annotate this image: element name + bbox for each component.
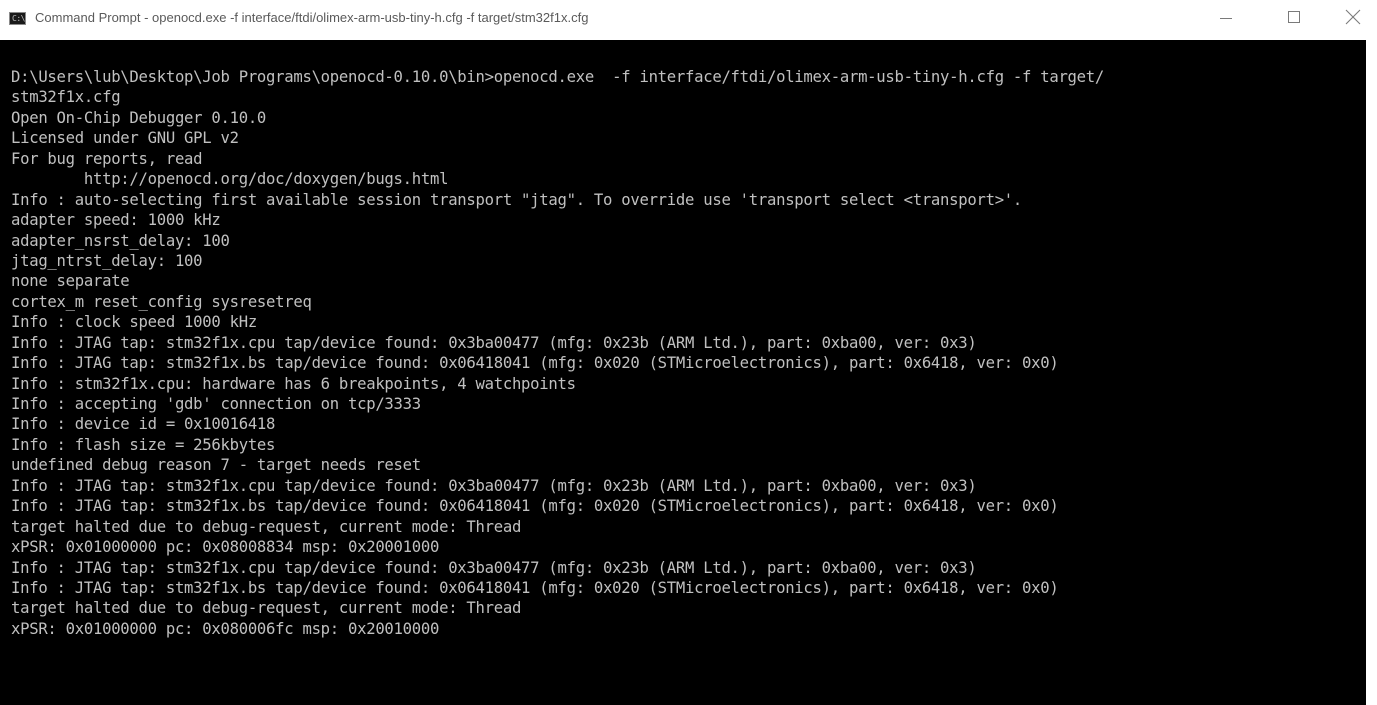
console-line: adapter speed: 1000 kHz [11,211,221,230]
console-line: Licensed under GNU GPL v2 [11,129,239,148]
console-line: http://openocd.org/doc/doxygen/bugs.html [11,170,449,189]
vertical-scrollbar[interactable] [1366,40,1377,705]
console-line: Info : device id = 0x10016418 [11,415,276,434]
console-line: Info : JTAG tap: stm32f1x.cpu tap/device… [11,476,977,495]
window-title: Command Prompt - openocd.exe -f interfac… [35,10,589,25]
console-line: target halted due to debug-request, curr… [11,517,522,536]
console-line: D:\Users\lub\Desktop\Job Programs\openoc… [11,68,1104,86]
console-line: Info : JTAG tap: stm32f1x.bs tap/device … [11,354,1059,373]
maximize-button[interactable] [1272,0,1318,36]
console-output[interactable]: D:\Users\lub\Desktop\Job Programs\openoc… [0,40,1366,705]
console-line: For bug reports, read [11,149,203,168]
console-line: Info : stm32f1x.cpu: hardware has 6 brea… [11,374,576,393]
console-line: cortex_m reset_config sysresetreq [11,292,312,311]
close-icon [1345,9,1361,25]
close-button[interactable] [1331,0,1377,36]
console-line: Info : JTAG tap: stm32f1x.cpu tap/device… [11,558,977,577]
maximize-icon [1288,11,1300,23]
console-line: target halted due to debug-request, curr… [11,599,522,618]
console-line: Info : JTAG tap: stm32f1x.cpu tap/device… [11,333,977,352]
console-line: jtag_ntrst_delay: 100 [11,251,203,270]
minimize-icon [1220,18,1232,19]
console-line: Info : JTAG tap: stm32f1x.bs tap/device … [11,497,1059,516]
command-prompt-icon[interactable]: C:\. [9,12,26,25]
console-line: Info : auto-selecting first available se… [11,190,1023,209]
command-prompt-window: C:\. Command Prompt - openocd.exe -f int… [0,0,1377,705]
console-line: xPSR: 0x01000000 pc: 0x080006fc msp: 0x2… [11,619,440,638]
console-line: Info : flash size = 256kbytes [11,435,276,454]
console-line: Info : JTAG tap: stm32f1x.bs tap/device … [11,578,1059,597]
command-prompt-icon-glyph: C:\. [12,14,25,23]
console-line: xPSR: 0x01000000 pc: 0x08008834 msp: 0x2… [11,538,440,557]
console-line: stm32f1x.cfg [11,88,121,107]
minimize-button[interactable] [1203,0,1249,36]
console-line: Open On-Chip Debugger 0.10.0 [11,108,267,127]
console-line: undefined debug reason 7 - target needs … [11,456,421,475]
console-line: adapter_nsrst_delay: 100 [11,231,230,250]
title-bar[interactable]: C:\. Command Prompt - openocd.exe -f int… [0,0,1377,40]
console-line: Info : clock speed 1000 kHz [11,313,257,332]
console-line: Info : accepting 'gdb' connection on tcp… [11,395,421,413]
console-line: none separate [11,272,130,291]
